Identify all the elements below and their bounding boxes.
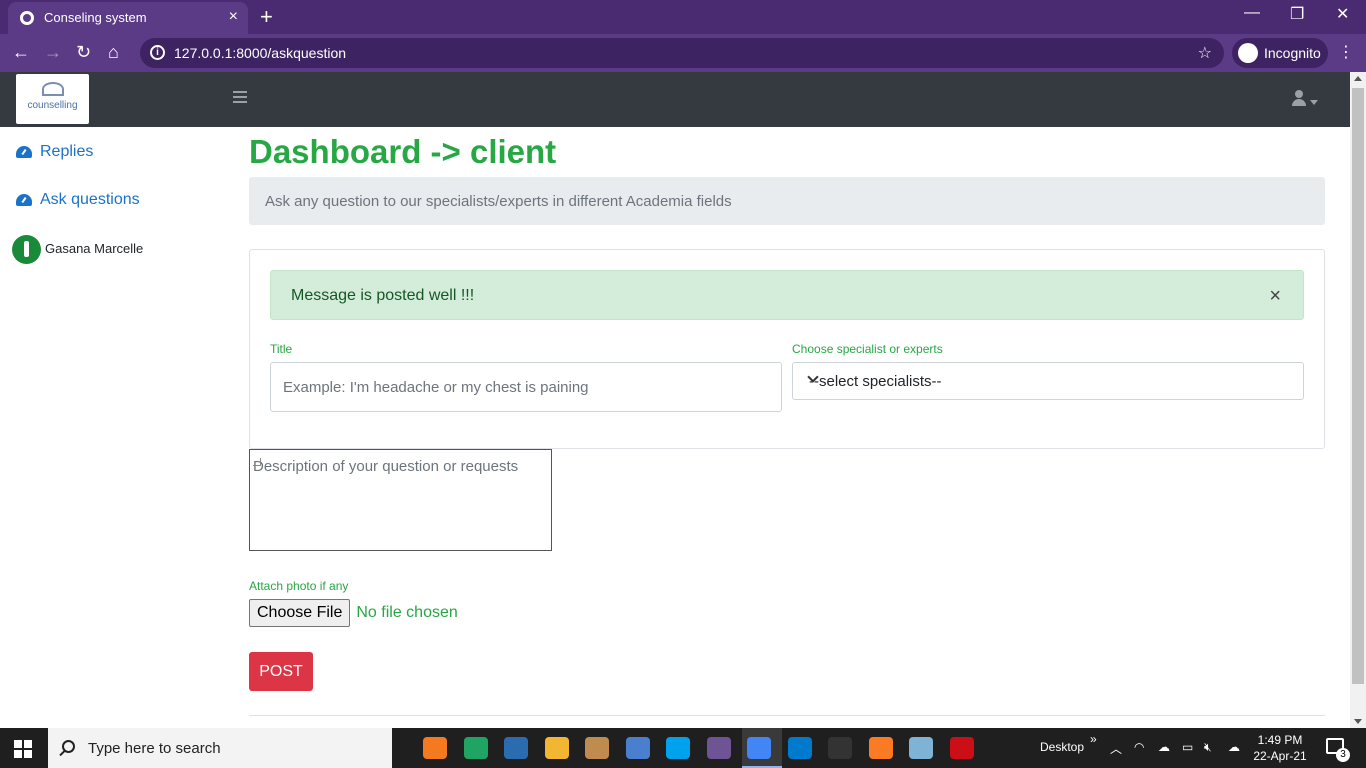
site-header: counselling xyxy=(0,72,1350,127)
attach-label: Attach photo if any xyxy=(249,579,349,593)
info-icon[interactable]: i xyxy=(150,45,165,60)
resize-grip-icon[interactable] xyxy=(253,458,261,466)
restore-icon[interactable]: ❐ xyxy=(1290,4,1304,24)
user-icon xyxy=(1292,90,1306,106)
clock-date: 22-Apr-21 xyxy=(1253,749,1307,763)
main-content: Dashboard -> client Ask any question to … xyxy=(225,127,1350,728)
taskbar-app-icon[interactable] xyxy=(423,737,447,759)
toolbar-expand-icon[interactable]: » xyxy=(1090,732,1097,746)
forward-icon[interactable]: → xyxy=(44,42,62,63)
post-button[interactable]: POST xyxy=(249,652,313,691)
alert-text: Message is posted well !!! xyxy=(291,287,475,304)
logo-text: counselling xyxy=(27,100,78,111)
url-text: 127.0.0.1:8000/askquestion xyxy=(174,45,347,61)
caret-down-icon xyxy=(1310,99,1318,105)
incognito-icon xyxy=(1238,43,1258,63)
close-tab-icon[interactable]: × xyxy=(229,8,238,26)
logo-mark-icon xyxy=(42,82,64,96)
title-label: Title xyxy=(270,342,293,356)
taskbar-app-icon[interactable] xyxy=(828,737,852,759)
specialist-selected: --select specialists-- xyxy=(809,373,942,390)
search-placeholder: Type here to search xyxy=(88,740,221,757)
page-scrollbar[interactable] xyxy=(1350,72,1366,728)
page-title: Dashboard -> client xyxy=(249,133,557,170)
description-placeholder: Description of your question or requests xyxy=(253,458,519,475)
search-icon xyxy=(62,740,75,753)
clock[interactable]: 1:49 PM 22-Apr-21 xyxy=(1252,732,1308,764)
new-tab-icon[interactable]: + xyxy=(260,4,273,30)
file-status: No file chosen xyxy=(356,604,458,621)
cloud-icon[interactable]: ☁ xyxy=(1228,740,1240,754)
taskbar-app-icon[interactable] xyxy=(747,737,771,759)
minimize-icon[interactable]: — xyxy=(1244,4,1260,22)
lead-text: Ask any question to our specialists/expe… xyxy=(265,193,732,210)
question-form-card: Message is posted well !!! × Title Examp… xyxy=(249,249,1325,449)
taskbar-app-icon[interactable] xyxy=(463,737,488,759)
taskbar-app-icon[interactable] xyxy=(544,737,569,759)
volume-muted-icon[interactable]: 🔇︎ xyxy=(1204,740,1212,755)
hamburger-menu-icon[interactable] xyxy=(233,91,247,103)
scroll-down-icon[interactable] xyxy=(1354,719,1362,724)
taskbar-app-icon[interactable] xyxy=(585,737,609,759)
user-menu[interactable] xyxy=(1292,90,1318,109)
taskbar-app-icon[interactable] xyxy=(625,737,650,759)
globe-icon xyxy=(20,11,34,25)
close-window-icon[interactable]: ✕ xyxy=(1336,4,1349,24)
sidebar-item-label: Ask questions xyxy=(40,191,140,208)
back-icon[interactable]: ← xyxy=(12,42,30,63)
tray-overflow-icon[interactable]: ︿ xyxy=(1110,740,1122,757)
taskbar-search[interactable]: Type here to search xyxy=(48,728,392,768)
bookmark-star-icon[interactable]: ☆ xyxy=(1198,43,1212,63)
home-icon[interactable]: ⌂ xyxy=(108,42,119,63)
sidebar-user[interactable]: Gasana Marcelle xyxy=(12,235,143,264)
scroll-up-icon[interactable] xyxy=(1354,76,1362,81)
reload-icon[interactable]: ↻ xyxy=(76,42,91,63)
sidebar-item-ask-questions[interactable]: Ask questions xyxy=(16,191,140,209)
address-bar: ← → ↻ ⌂ i 127.0.0.1:8000/askquestion ☆ I… xyxy=(0,34,1366,72)
incognito-label: Incognito xyxy=(1264,45,1321,61)
desktop-toolbar[interactable]: Desktop xyxy=(1040,740,1084,754)
sidebar-item-label: Replies xyxy=(40,143,94,160)
specialist-select[interactable]: --select specialists-- xyxy=(792,362,1304,400)
file-input: Choose File No file chosen xyxy=(249,599,458,627)
url-field[interactable]: i 127.0.0.1:8000/askquestion ☆ xyxy=(140,38,1224,68)
user-name: Gasana Marcelle xyxy=(45,240,144,256)
wifi-icon[interactable]: ◠ xyxy=(1134,740,1144,754)
taskbar-app-icon[interactable] xyxy=(949,737,974,759)
taskbar-app-icon[interactable] xyxy=(868,737,893,759)
network-icon[interactable]: ☁ xyxy=(1158,740,1170,754)
sidebar: Replies Ask questions Gasana Marcelle xyxy=(0,127,225,728)
browser-menu-icon[interactable]: ⋮ xyxy=(1338,42,1354,62)
taskbar-app-icon[interactable] xyxy=(909,737,933,759)
sidebar-item-replies[interactable]: Replies xyxy=(16,143,93,161)
choose-file-button[interactable]: Choose File xyxy=(249,599,351,627)
success-alert: Message is posted well !!! × xyxy=(270,270,1304,320)
taskbar-app-icon[interactable] xyxy=(706,737,731,759)
taskbar-app-icon[interactable] xyxy=(787,737,812,759)
scrollbar-thumb[interactable] xyxy=(1352,88,1364,684)
taskbar-app-icon[interactable] xyxy=(504,737,528,759)
notification-badge: 3 xyxy=(1336,748,1350,762)
taskbar-app-icon[interactable] xyxy=(666,737,690,759)
incognito-badge[interactable]: Incognito xyxy=(1232,38,1328,68)
avatar xyxy=(12,235,41,264)
divider xyxy=(249,715,1325,716)
tab-title: Conseling system xyxy=(44,10,147,25)
lead-banner: Ask any question to our specialists/expe… xyxy=(249,177,1325,225)
title-input[interactable]: Example: I'm headache or my chest is pai… xyxy=(270,362,782,412)
browser-tab[interactable]: Conseling system × xyxy=(8,2,248,34)
close-icon[interactable]: × xyxy=(1269,285,1281,308)
title-placeholder: Example: I'm headache or my chest is pai… xyxy=(283,379,589,396)
windows-start-icon[interactable] xyxy=(14,740,32,758)
gauge-icon xyxy=(16,193,32,206)
clock-time: 1:49 PM xyxy=(1257,733,1303,747)
description-textarea[interactable]: Description of your question or requests xyxy=(249,449,552,551)
specialist-label: Choose specialist or experts xyxy=(792,342,943,356)
logo[interactable]: counselling xyxy=(16,74,89,124)
gauge-icon xyxy=(16,145,32,158)
battery-icon[interactable]: ▭ xyxy=(1182,740,1193,754)
browser-tab-bar: Conseling system × + — ❐ ✕ xyxy=(0,0,1366,34)
taskbar: Type here to search Desktop » ︿ ◠ ☁ ▭ 🔇︎… xyxy=(0,728,1366,768)
